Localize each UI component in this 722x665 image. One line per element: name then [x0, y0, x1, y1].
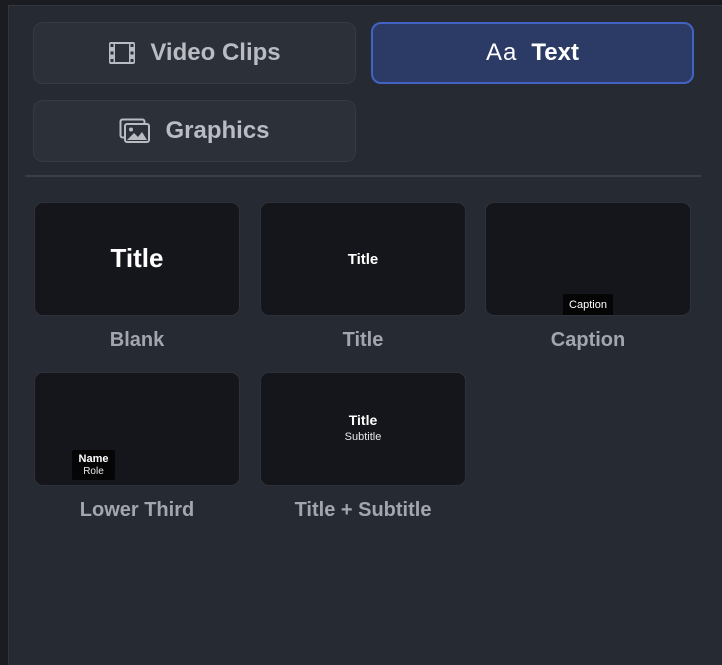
template-card-caption[interactable]: Caption Caption — [485, 202, 691, 352]
tab-graphics-label: Graphics — [165, 117, 270, 144]
tab-text[interactable]: Aa Text — [371, 22, 694, 84]
tab-text-label: Text — [531, 39, 579, 66]
preview-subtitle: Subtitle — [344, 431, 382, 443]
template-preview: Caption — [485, 202, 691, 316]
tab-video-clips[interactable]: Video Clips — [33, 22, 356, 84]
tab-video-clips-label: Video Clips — [150, 39, 281, 66]
template-preview: Title — [34, 202, 240, 316]
preview-role: Role — [83, 466, 104, 477]
template-label: Blank — [109, 329, 165, 351]
divider — [25, 175, 701, 177]
film-icon — [108, 41, 136, 65]
template-preview: Title — [260, 202, 466, 316]
template-preview: Title Subtitle — [260, 372, 466, 486]
text-templates-panel: Video Clips Aa Text Graphics Title Blank… — [8, 5, 722, 665]
preview-title: Title — [347, 251, 379, 268]
tab-graphics[interactable]: Graphics — [33, 100, 356, 162]
template-card-title-subtitle[interactable]: Title Subtitle Title + Subtitle — [260, 372, 466, 522]
template-label: Lower Third — [79, 499, 195, 521]
template-label: Title + Subtitle — [294, 499, 432, 521]
preview-caption: Caption — [563, 294, 613, 315]
images-icon — [119, 118, 151, 144]
preview-title: Title — [110, 243, 164, 273]
template-label: Title — [342, 329, 384, 351]
preview-name: Name — [78, 453, 109, 465]
preview-title: Title — [348, 412, 378, 428]
template-preview: Name Role — [34, 372, 240, 486]
template-card-blank[interactable]: Title Blank — [34, 202, 240, 352]
preview-lower-third: Name Role — [72, 450, 115, 480]
text-aa-icon: Aa — [486, 39, 518, 66]
template-label: Caption — [550, 329, 626, 351]
template-card-title[interactable]: Title Title — [260, 202, 466, 352]
template-card-lower-third[interactable]: Name Role Lower Third — [34, 372, 240, 522]
